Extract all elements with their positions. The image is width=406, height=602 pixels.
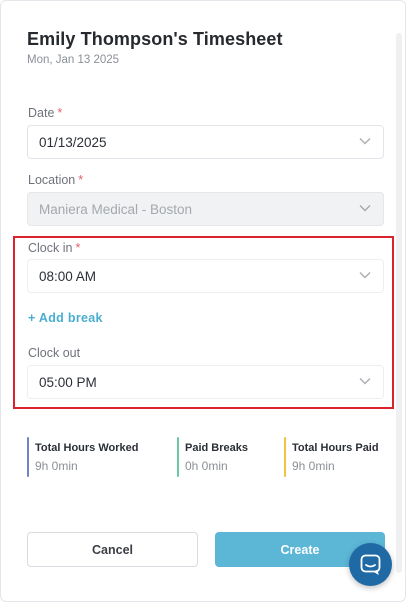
clock-in-select[interactable]: 08:00 AM — [27, 259, 384, 293]
clock-in-label: Clock in * — [28, 241, 80, 255]
summary-total-hours-paid: Total Hours Paid 9h 0min — [284, 437, 379, 477]
location-label-text: Location — [28, 173, 76, 187]
cancel-button[interactable]: Cancel — [27, 532, 198, 567]
required-marker: * — [57, 106, 63, 120]
summary-value: 9h 0min — [35, 459, 78, 473]
summary-title: Paid Breaks — [185, 442, 248, 454]
clock-out-select[interactable]: 05:00 PM — [27, 365, 384, 399]
clock-in-value: 08:00 AM — [39, 269, 97, 284]
summary-color-bar — [27, 437, 29, 477]
timesheet-card: Emily Thompson's Timesheet Mon, Jan 13 2… — [0, 0, 406, 602]
chevron-down-icon — [359, 205, 371, 212]
summary-value: 9h 0min — [292, 459, 335, 473]
summary-color-bar — [284, 437, 286, 477]
clock-in-label-text: Clock in — [28, 241, 73, 255]
required-marker: * — [75, 241, 81, 255]
required-marker: * — [78, 173, 84, 187]
page-subtitle: Mon, Jan 13 2025 — [27, 54, 120, 66]
chat-launcher-button[interactable] — [349, 543, 392, 586]
scrollbar[interactable] — [396, 33, 402, 573]
add-break-link[interactable]: + Add break — [28, 311, 103, 325]
summary-title: Total Hours Worked — [35, 442, 139, 454]
location-label: Location * — [28, 173, 83, 187]
date-label-text: Date — [28, 106, 55, 120]
date-select[interactable]: 01/13/2025 — [27, 125, 384, 159]
date-value: 01/13/2025 — [39, 135, 107, 150]
chat-icon — [360, 554, 381, 575]
summary-title: Total Hours Paid — [292, 442, 379, 454]
summary-value: 0h 0min — [185, 459, 228, 473]
location-select[interactable]: Maniera Medical - Boston — [27, 192, 384, 226]
chevron-down-icon — [359, 138, 371, 145]
clock-out-value: 05:00 PM — [39, 375, 97, 390]
summary-total-hours-worked: Total Hours Worked 9h 0min — [27, 437, 139, 477]
location-value: Maniera Medical - Boston — [39, 202, 193, 217]
chevron-down-icon — [359, 378, 371, 385]
clock-out-label: Clock out — [28, 346, 80, 360]
page-title: Emily Thompson's Timesheet — [27, 29, 283, 49]
summary-paid-breaks: Paid Breaks 0h 0min — [177, 437, 248, 477]
chevron-down-icon — [359, 272, 371, 279]
date-label: Date * — [28, 106, 62, 120]
summary-color-bar — [177, 437, 179, 477]
clock-out-label-text: Clock out — [28, 346, 81, 360]
